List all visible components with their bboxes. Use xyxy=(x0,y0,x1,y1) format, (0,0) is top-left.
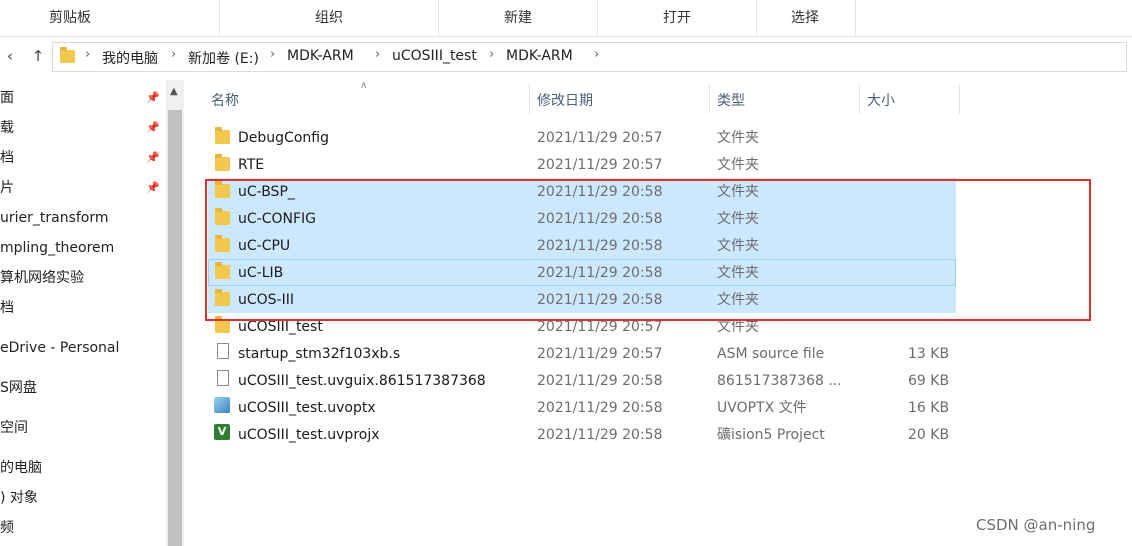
breadcrumb-this-pc[interactable]: 我的电脑 xyxy=(102,48,158,68)
file-name: RTE xyxy=(238,157,265,173)
column-divider[interactable] xyxy=(859,84,860,114)
column-divider[interactable] xyxy=(709,84,710,114)
file-date: 2021/11/29 20:57 xyxy=(537,346,663,362)
nav-item-this-pc[interactable]: 的电脑 xyxy=(0,456,42,480)
file-name: uCOSIII_test.uvprojx xyxy=(238,427,380,443)
file-date: 2021/11/29 20:57 xyxy=(537,130,663,146)
ribbon-group-bar: 剪贴板 组织 新建 打开 选择 xyxy=(0,0,1132,37)
column-divider[interactable] xyxy=(529,84,530,114)
ribbon-group-clipboard[interactable]: 剪贴板 xyxy=(0,0,140,36)
folder-icon xyxy=(60,47,75,63)
nav-item[interactable]: 空间 xyxy=(0,416,28,440)
breadcrumb-separator: › xyxy=(489,47,495,62)
column-header-size[interactable]: 大小 xyxy=(867,90,895,110)
pin-icon[interactable]: 📌 xyxy=(146,121,160,135)
file-date: 2021/11/29 20:58 xyxy=(537,373,663,389)
file-size: 13 KB xyxy=(908,346,950,362)
nav-item-3d-objects[interactable]: ) 对象 xyxy=(0,486,38,510)
nav-item[interactable]: 档 xyxy=(0,146,14,170)
breadcrumb-mdk-arm-current[interactable]: MDK-ARM xyxy=(506,48,573,64)
file-size: 69 KB xyxy=(908,373,950,389)
column-header-type[interactable]: 类型 xyxy=(717,90,745,110)
pin-icon[interactable]: 📌 xyxy=(146,181,160,195)
breadcrumb-ucosiii-test[interactable]: uCOSIII_test xyxy=(392,48,477,64)
file-date: 2021/11/29 20:58 xyxy=(537,427,663,443)
watermark: CSDN @an-ning xyxy=(976,516,1096,534)
scroll-up-icon[interactable]: ▲ xyxy=(170,86,178,97)
file-type: ASM source file xyxy=(717,346,825,362)
nav-item[interactable]: 片 xyxy=(0,176,14,200)
file-row[interactable]: RTE 2021/11/29 20:57 文件夹 xyxy=(208,151,956,178)
nav-item-videos[interactable]: 频 xyxy=(0,516,14,540)
ribbon-divider xyxy=(855,0,856,36)
file-name: DebugConfig xyxy=(238,130,329,146)
arrow-back-icon[interactable]: ‹ xyxy=(0,46,20,66)
file-row[interactable]: startup_stm32f103xb.s 2021/11/29 20:57 A… xyxy=(208,340,956,367)
navigation-pane: 面 📌 载 📌 档 📌 片 📌 urier_transform mpling_t… xyxy=(0,80,164,546)
uvprojx-icon: V xyxy=(214,424,230,440)
column-divider[interactable] xyxy=(959,84,960,114)
nav-item[interactable]: 面 xyxy=(0,86,14,110)
folder-icon xyxy=(215,316,230,333)
file-row[interactable]: uCOSIII_test.uvoptx 2021/11/29 20:58 UVO… xyxy=(208,394,956,421)
file-icon xyxy=(217,343,229,359)
scrollbar-thumb[interactable] xyxy=(168,110,182,546)
ribbon-group-organize[interactable]: 组织 xyxy=(220,0,438,36)
file-type: UVOPTX 文件 xyxy=(717,400,807,416)
navigation-bar: ‹ ↑ › 我的电脑 › 新加卷 (E:) › MDK-ARM › uCOSII… xyxy=(0,38,1132,76)
nav-scrollbar[interactable]: ▲ xyxy=(166,80,184,546)
breadcrumb-mdk-arm[interactable]: MDK-ARM xyxy=(287,48,354,64)
pin-icon[interactable]: 📌 xyxy=(146,151,160,165)
arrow-up-icon[interactable]: ↑ xyxy=(28,46,48,66)
breadcrumb-separator: › xyxy=(171,47,177,62)
file-row[interactable]: DebugConfig 2021/11/29 20:57 文件夹 xyxy=(208,124,956,151)
uvoptx-icon xyxy=(214,397,230,413)
breadcrumb-separator: › xyxy=(85,47,91,62)
file-type: 文件夹 xyxy=(717,130,759,146)
highlight-annotation-box xyxy=(205,179,1091,321)
file-name: startup_stm32f103xb.s xyxy=(238,346,401,362)
breadcrumb-separator: › xyxy=(270,47,276,62)
file-size: 16 KB xyxy=(908,400,950,416)
nav-item[interactable]: 载 xyxy=(0,116,14,140)
column-header-date[interactable]: 修改日期 xyxy=(537,90,593,110)
ribbon-group-new[interactable]: 新建 xyxy=(439,0,597,36)
file-icon xyxy=(217,370,229,386)
file-type: 礦ision5 Project xyxy=(717,427,825,443)
ribbon-group-select[interactable]: 选择 xyxy=(757,0,853,36)
folder-icon xyxy=(215,154,230,171)
folder-icon xyxy=(215,127,230,144)
nav-item[interactable]: 档 xyxy=(0,296,14,320)
ribbon-group-open[interactable]: 打开 xyxy=(598,0,756,36)
file-date: 2021/11/29 20:57 xyxy=(537,157,663,173)
file-name: uCOSIII_test.uvoptx xyxy=(238,400,376,416)
breadcrumb-volume-e[interactable]: 新加卷 (E:) xyxy=(188,48,259,68)
file-name: uCOSIII_test.uvguix.861517387368 xyxy=(238,373,486,389)
file-date: 2021/11/29 20:58 xyxy=(537,400,663,416)
file-size: 20 KB xyxy=(908,427,950,443)
breadcrumb-separator: › xyxy=(594,47,600,62)
pin-icon[interactable]: 📌 xyxy=(146,91,160,105)
nav-item[interactable]: S网盘 xyxy=(0,376,37,400)
sort-ascending-icon: ∧ xyxy=(360,80,368,91)
column-header-name[interactable]: 名称 xyxy=(211,90,239,110)
nav-item[interactable]: 算机网络实验 xyxy=(0,266,84,290)
file-row[interactable]: uCOSIII_test.uvguix.861517387368 2021/11… xyxy=(208,367,956,394)
file-row[interactable]: V uCOSIII_test.uvprojx 2021/11/29 20:58 … xyxy=(208,421,956,448)
nav-item[interactable]: urier_transform xyxy=(0,206,109,230)
file-type: 文件夹 xyxy=(717,157,759,173)
address-bar[interactable]: › 我的电脑 › 新加卷 (E:) › MDK-ARM › uCOSIII_te… xyxy=(52,42,1127,72)
nav-item-onedrive[interactable]: eDrive - Personal xyxy=(0,336,119,360)
file-type: 861517387368 ... xyxy=(717,373,842,389)
nav-item[interactable]: mpling_theorem xyxy=(0,236,114,260)
breadcrumb-separator: › xyxy=(375,47,381,62)
